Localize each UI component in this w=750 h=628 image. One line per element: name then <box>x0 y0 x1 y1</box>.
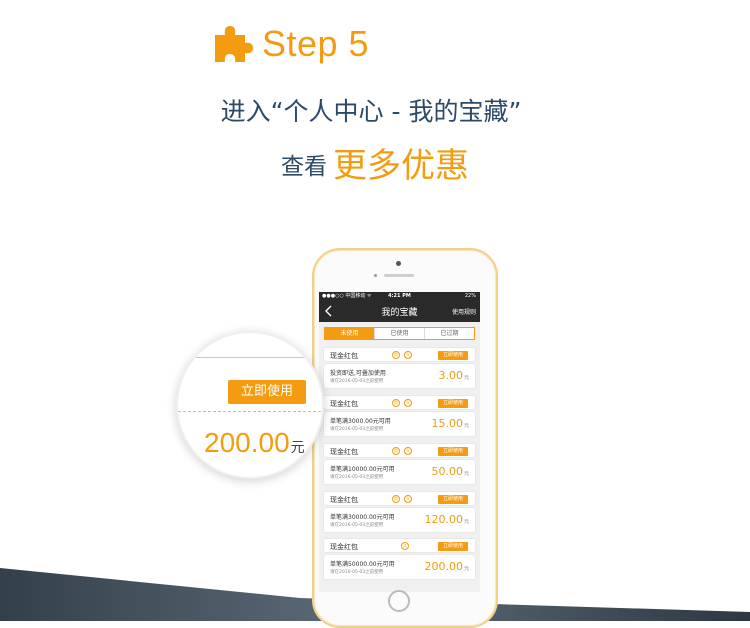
subtitle-highlight: 更多优惠 <box>333 146 469 186</box>
coupon-tabs: 未使用 已使用 已过期 <box>324 327 475 340</box>
coupon-header: 现金红包 投 久 立即使用 <box>323 443 476 458</box>
coupon-amount: 3.00元 <box>438 369 469 382</box>
coupon-title: 现金红包 <box>330 400 358 408</box>
coupon-header: 现金红包 投 久 立即使用 <box>323 395 476 410</box>
use-now-button[interactable]: 立即使用 <box>438 447 468 456</box>
coupon-body: 单笔满30000.00元可用 请在2016-05-03之前使用 120.00元 <box>323 507 476 533</box>
invest-badge: 投 <box>392 351 400 359</box>
use-now-button[interactable]: 立即使用 <box>438 351 468 360</box>
long-term-badge: 久 <box>404 399 412 407</box>
coupon-body: 单笔满3000.00元可用 请在2016-05-03之前使用 15.00元 <box>323 411 476 437</box>
coupon-body: 单笔满50000.00元可用 请在2016-05-03之前使用 200.00元 <box>323 554 476 580</box>
status-bar: ●●●○○ 中国移动 ᯤ 4:21 PM 22% <box>319 292 480 300</box>
coupon-condition: 单笔满3000.00元可用 <box>330 418 391 425</box>
coupon-amount: 200.00元 <box>424 560 469 573</box>
coupon-body: 投资即送,可叠加使用 请在2016-05-03之前使用 3.00元 <box>323 363 476 389</box>
subtitle-prefix: 查看 <box>281 154 327 180</box>
coupon-card: 现金红包 投 久 立即使用 单笔满10000.00元可用 请在2016-05-0… <box>320 443 479 485</box>
coupon-title: 现金红包 <box>330 496 358 504</box>
coupon-amount: 15.00元 <box>431 417 469 430</box>
step-heading: Step 5 <box>212 22 369 66</box>
coupon-body: 单笔满10000.00元可用 请在2016-05-03之前使用 50.00元 <box>323 459 476 485</box>
coupon-header: 现金红包 投 久 立即使用 <box>323 491 476 506</box>
long-term-badge: 久 <box>401 542 409 550</box>
camera-dot <box>396 261 401 266</box>
coupon-card: 现金红包 投 久 立即使用 单笔满3000.00元可用 请在2016-05-03… <box>320 395 479 437</box>
magnifier-divider <box>196 357 306 358</box>
coupon-card: 现金红包 投 久 立即使用 投资即送,可叠加使用 请在2016-05-03之前使… <box>320 347 479 389</box>
tab-expired[interactable]: 已过期 <box>424 328 474 339</box>
coupon-expiry: 请在2016-05-03之前使用 <box>330 475 384 480</box>
usage-rules-link[interactable]: 使用规则 <box>452 307 476 316</box>
coupon-expiry: 请在2016-05-03之前使用 <box>330 427 384 432</box>
coupon-title: 现金红包 <box>330 448 358 456</box>
coupon-title: 现金红包 <box>330 352 358 360</box>
long-term-badge: 久 <box>404 351 412 359</box>
use-now-button[interactable]: 立即使用 <box>438 495 468 504</box>
coupon-amount: 50.00元 <box>431 465 469 478</box>
instruction-line: 进入“个人中心 - 我的宝藏” <box>220 97 522 126</box>
long-term-badge: 久 <box>404 495 412 503</box>
magnifier-callout: 立即使用 200.00元 <box>176 331 324 479</box>
magnified-amount: 200.00元 <box>204 427 305 458</box>
coupon-condition: 投资即送,可叠加使用 <box>330 370 386 377</box>
phone-screen: ●●●○○ 中国移动 ᯤ 4:21 PM 22% 我的宝藏 使用规则 未使用 已… <box>319 292 480 592</box>
use-now-button[interactable]: 立即使用 <box>438 542 468 551</box>
invest-badge: 投 <box>392 447 400 455</box>
step-label: Step 5 <box>262 23 370 64</box>
magnified-use-now-button[interactable]: 立即使用 <box>228 380 306 404</box>
puzzle-icon <box>215 26 253 62</box>
invest-badge: 投 <box>392 495 400 503</box>
coupon-expiry: 请在2016-05-03之前使用 <box>330 379 384 384</box>
coupon-condition: 单笔满30000.00元可用 <box>330 514 395 521</box>
coupon-amount: 120.00元 <box>424 513 469 526</box>
status-time: 4:21 PM <box>388 293 411 299</box>
sensor-dot <box>374 274 377 277</box>
nav-bar: 我的宝藏 使用规则 <box>319 300 480 322</box>
magnifier-dashed-divider <box>178 411 322 412</box>
coupon-expiry: 请在2016-05-03之前使用 <box>330 523 384 528</box>
tab-unused[interactable]: 未使用 <box>325 328 374 339</box>
use-now-button[interactable]: 立即使用 <box>438 399 468 408</box>
battery-level: 22% <box>464 293 476 299</box>
invest-badge: 投 <box>392 399 400 407</box>
coupon-header: 现金红包 投 久 立即使用 <box>323 347 476 362</box>
long-term-badge: 久 <box>404 447 412 455</box>
coupon-condition: 单笔满50000.00元可用 <box>330 561 395 568</box>
coupon-header: 现金红包 久 立即使用 <box>323 538 476 553</box>
subtitle-line: 查看 更多优惠 <box>0 146 750 187</box>
coupon-card: 现金红包 久 立即使用 单笔满50000.00元可用 请在2016-05-03之… <box>320 538 479 580</box>
coupon-title: 现金红包 <box>330 543 358 551</box>
coupon-card: 现金红包 投 久 立即使用 单笔满30000.00元可用 请在2016-05-0… <box>320 491 479 533</box>
home-button[interactable] <box>388 590 410 612</box>
coupon-expiry: 请在2016-05-03之前使用 <box>330 570 384 575</box>
tab-used[interactable]: 已使用 <box>374 328 424 339</box>
speaker-grille <box>384 274 414 277</box>
coupon-condition: 单笔满10000.00元可用 <box>330 466 395 473</box>
